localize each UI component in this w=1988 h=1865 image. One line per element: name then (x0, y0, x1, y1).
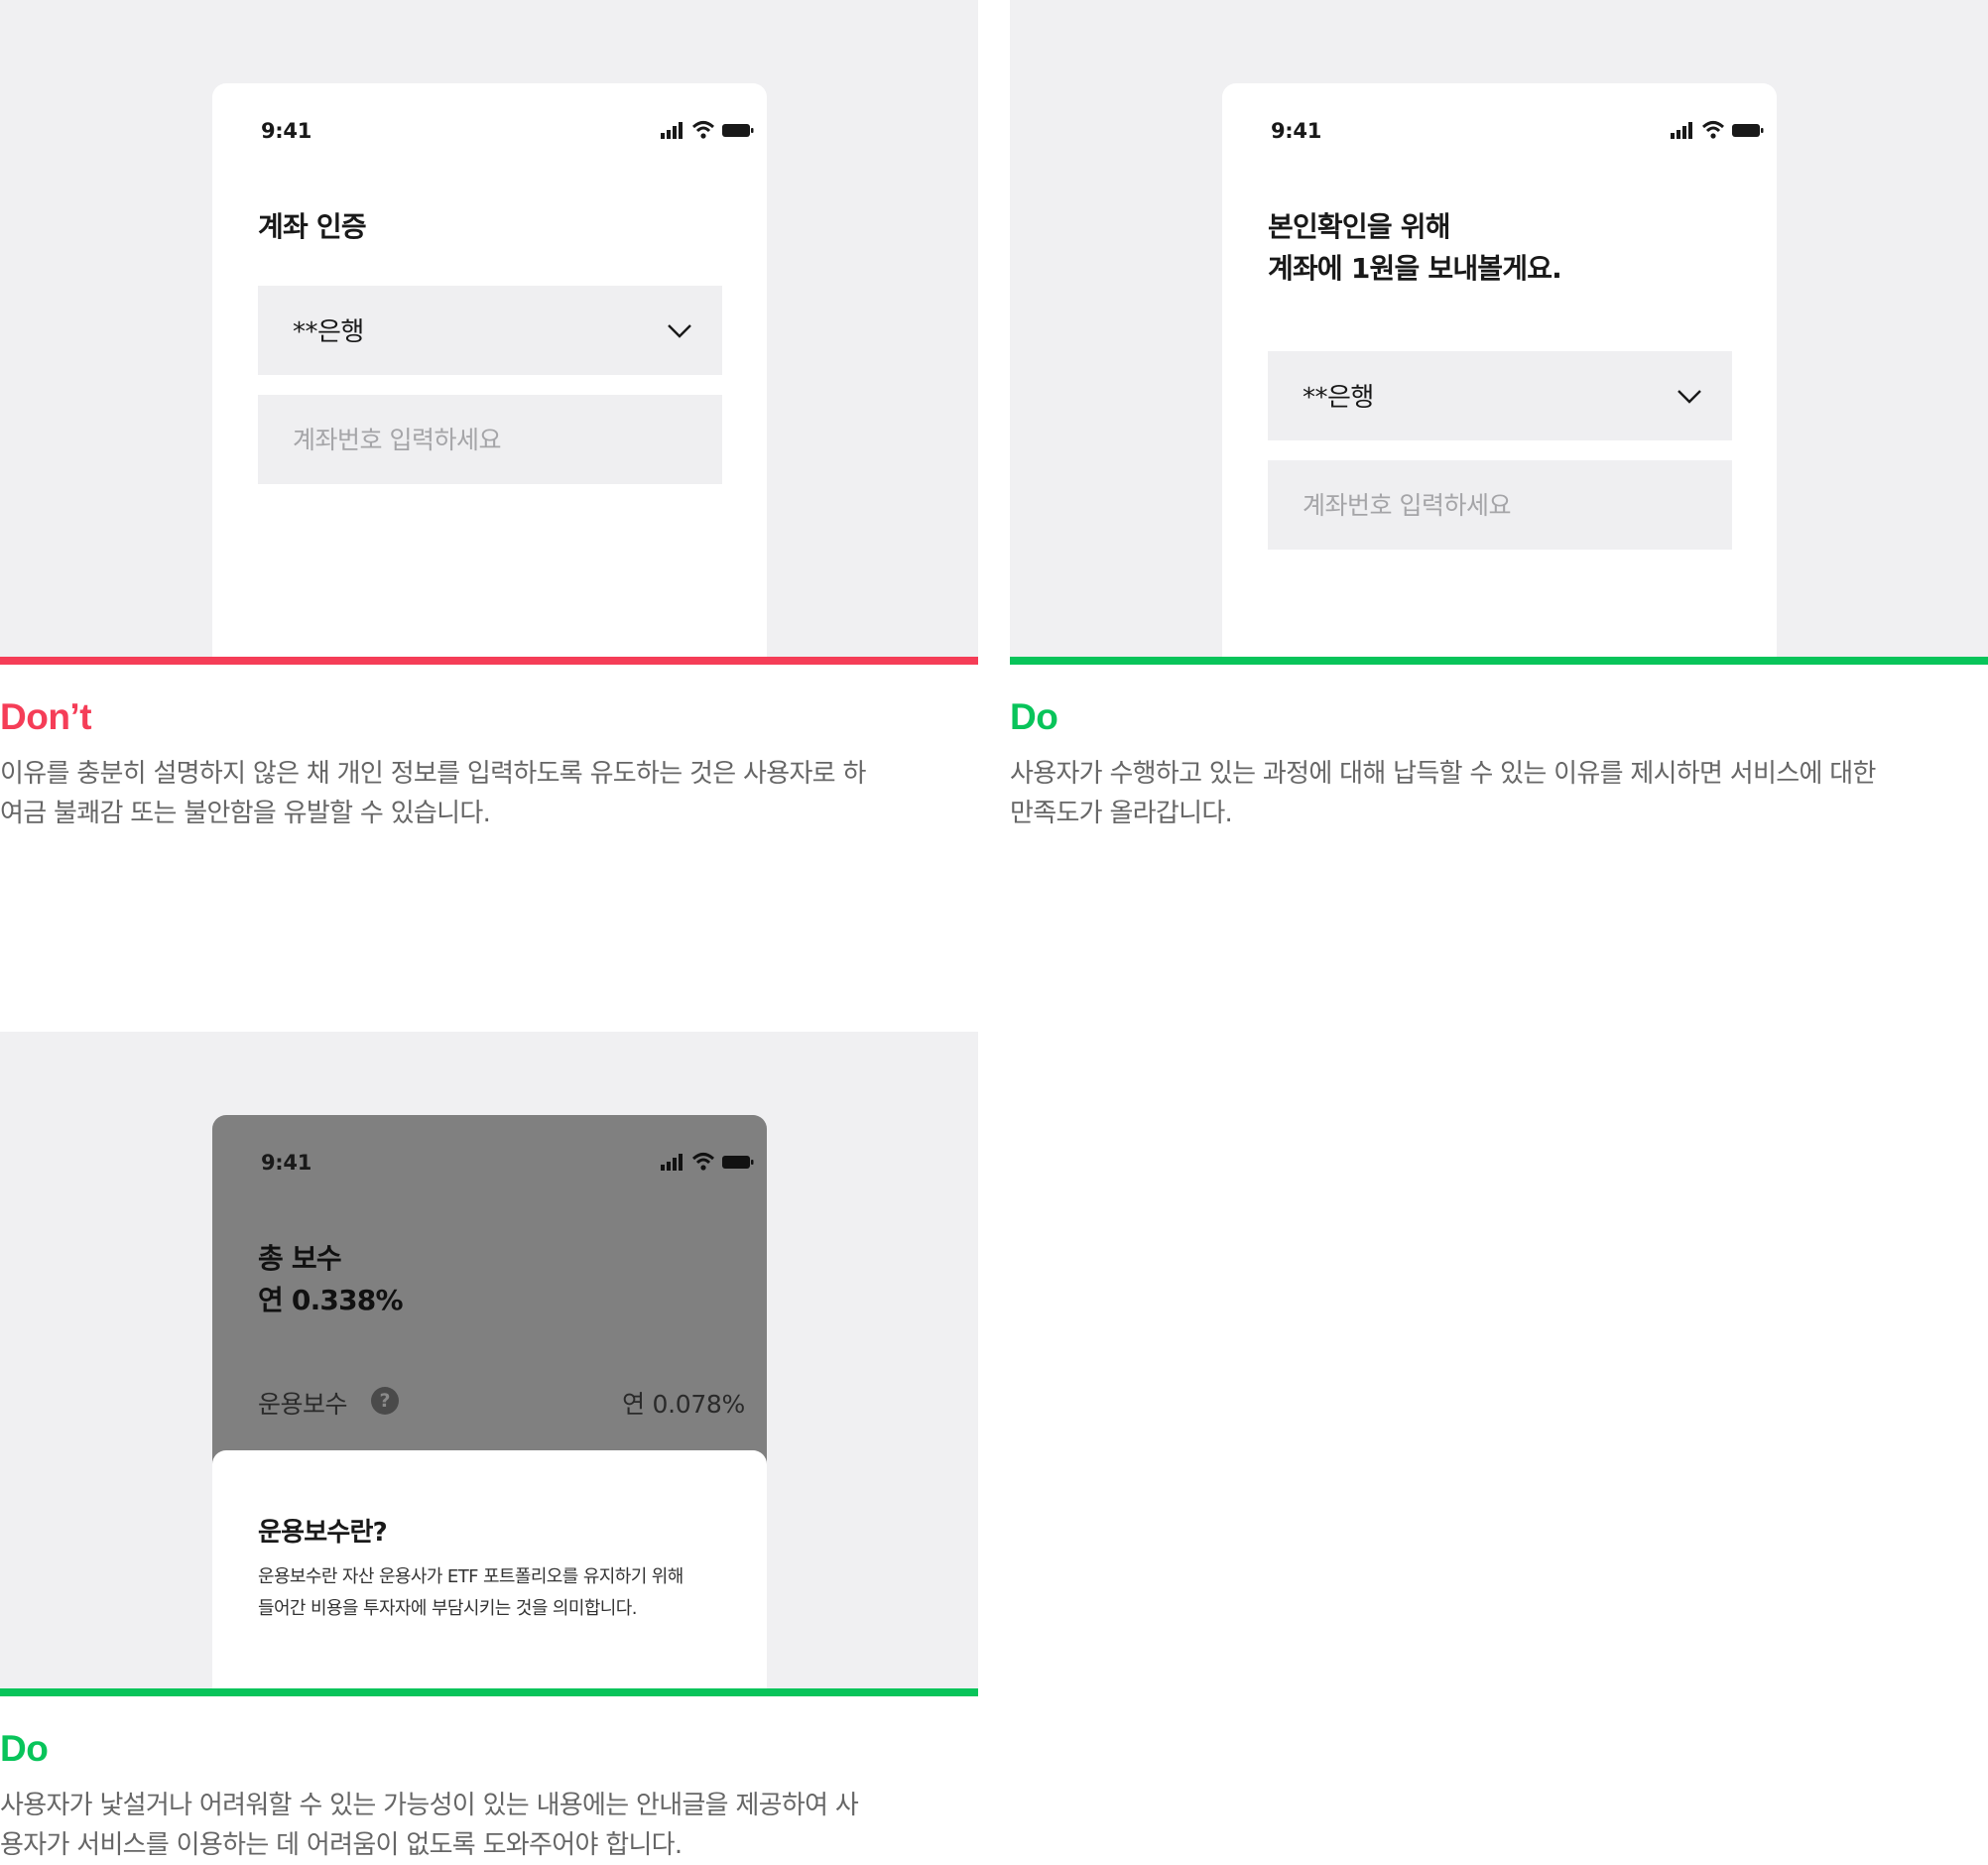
status-time: 9:41 (261, 119, 312, 143)
status-bar: 9:41 (1222, 83, 1777, 183)
wifi-icon (691, 121, 715, 139)
sheet-title: 운용보수란? (258, 1518, 388, 1548)
example-stage: 9:41 본인확인을 위해 계좌에 1원을 보내볼게요. **은행 (1010, 0, 1988, 657)
bank-select-value: **은행 (293, 317, 364, 347)
status-icons (644, 119, 754, 141)
verdict-bar-do (1010, 657, 1988, 665)
battery-icon (1732, 124, 1764, 137)
status-icons (644, 1151, 754, 1173)
account-number-input[interactable] (258, 395, 722, 484)
chevron-down-icon (668, 324, 691, 338)
account-number-field[interactable] (1268, 460, 1732, 550)
example-description: 사용자가 낯설거나 어려워할 수 있는 가능성이 있는 내용에는 안내글을 제공… (0, 1791, 859, 1860)
fee-label: 운용보수 (258, 1390, 348, 1419)
example-description: 이유를 충분히 설명하지 않은 채 개인 정보를 입력하도록 유도하는 것은 사… (0, 759, 866, 828)
sheet-body: 운용보수란 자산 운용사가 ETF 포트폴리오를 유지하기 위해 들어간 비용을… (258, 1566, 683, 1619)
wifi-icon (1701, 121, 1725, 139)
page-title: 본인확인을 위해 계좌에 1원을 보내볼게요. (1268, 210, 1562, 285)
battery-icon (722, 1156, 754, 1169)
status-icons (1654, 119, 1764, 141)
help-icon[interactable]: ? (371, 1387, 399, 1415)
bank-select-value: **은행 (1303, 383, 1374, 413)
example-stage: 9:41 총 보수 연 0.338% 운용보수 ? 연 0.078% 운용보수란… (0, 1032, 978, 1688)
bank-select[interactable]: **은행 (1268, 351, 1732, 440)
phone-mockup: 9:41 본인확인을 위해 계좌에 1원을 보내볼게요. **은행 (1222, 83, 1777, 657)
total-fee-title: 총 보수 연 0.338% (258, 1242, 404, 1316)
fee-value: 연 0.078% (622, 1390, 745, 1419)
verdict-label-do: Do (1010, 696, 1058, 737)
verdict-bar-do (0, 1688, 978, 1696)
status-time: 9:41 (1271, 119, 1322, 143)
example-stage: 9:41 계좌 인증 **은행 (0, 0, 978, 657)
status-bar: 9:41 (212, 83, 767, 183)
wifi-icon (691, 1153, 715, 1171)
status-time: 9:41 (261, 1151, 312, 1175)
signal-icon (1671, 122, 1692, 139)
chevron-down-icon (1677, 390, 1701, 404)
page-title: 계좌 인증 (258, 210, 367, 243)
battery-icon (722, 124, 754, 137)
phone-mockup: 9:41 계좌 인증 **은행 (212, 83, 767, 657)
management-fee-row: 운용보수 ? 연 0.078% (258, 1383, 745, 1423)
status-bar: 9:41 (212, 1115, 767, 1214)
bottom-sheet: 운용보수란? 운용보수란 자산 운용사가 ETF 포트폴리오를 유지하기 위해 … (212, 1450, 767, 1688)
account-number-input[interactable] (1268, 460, 1732, 550)
example-description: 사용자가 수행하고 있는 과정에 대해 납득할 수 있는 이유를 제시하면 서비… (1010, 759, 1876, 828)
verdict-label-do: Do (0, 1728, 49, 1769)
signal-icon (661, 122, 683, 139)
signal-icon (661, 1154, 683, 1171)
account-number-field[interactable] (258, 395, 722, 484)
phone-mockup: 9:41 총 보수 연 0.338% 운용보수 ? 연 0.078% 운용보수란… (212, 1115, 767, 1688)
verdict-label-dont: Don’t (0, 696, 92, 737)
bank-select[interactable]: **은행 (258, 286, 722, 375)
verdict-bar-dont (0, 657, 978, 665)
